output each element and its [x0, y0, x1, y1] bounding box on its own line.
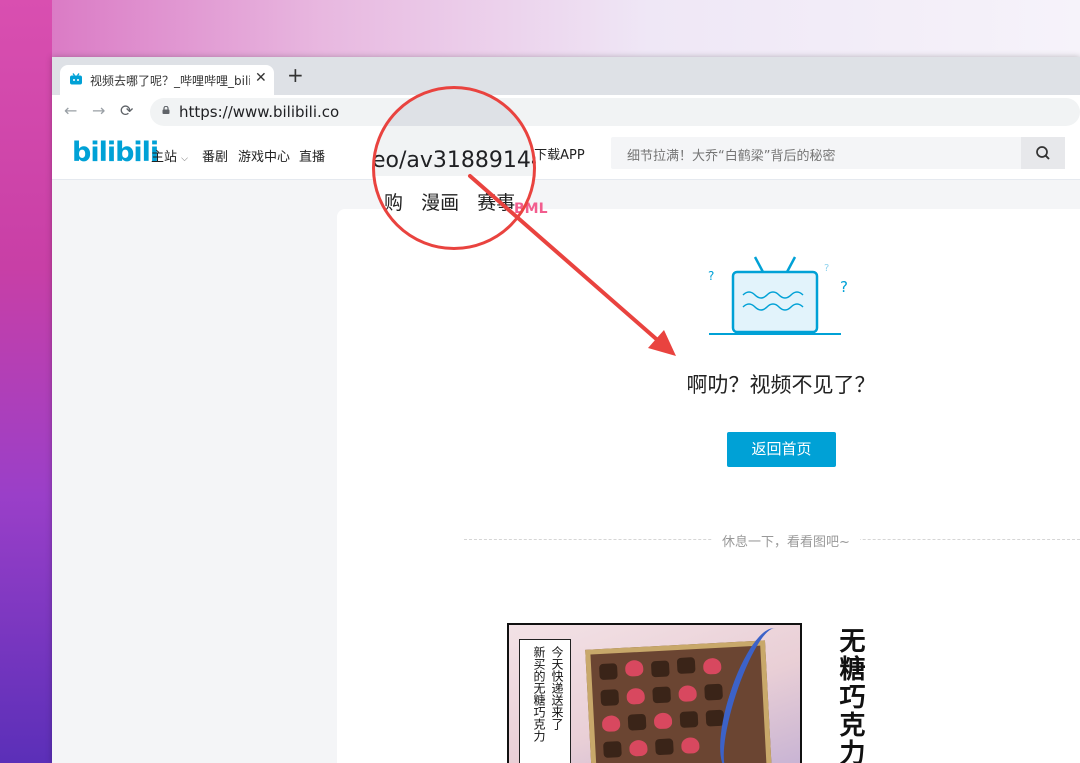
annotation-arrow	[468, 174, 676, 356]
